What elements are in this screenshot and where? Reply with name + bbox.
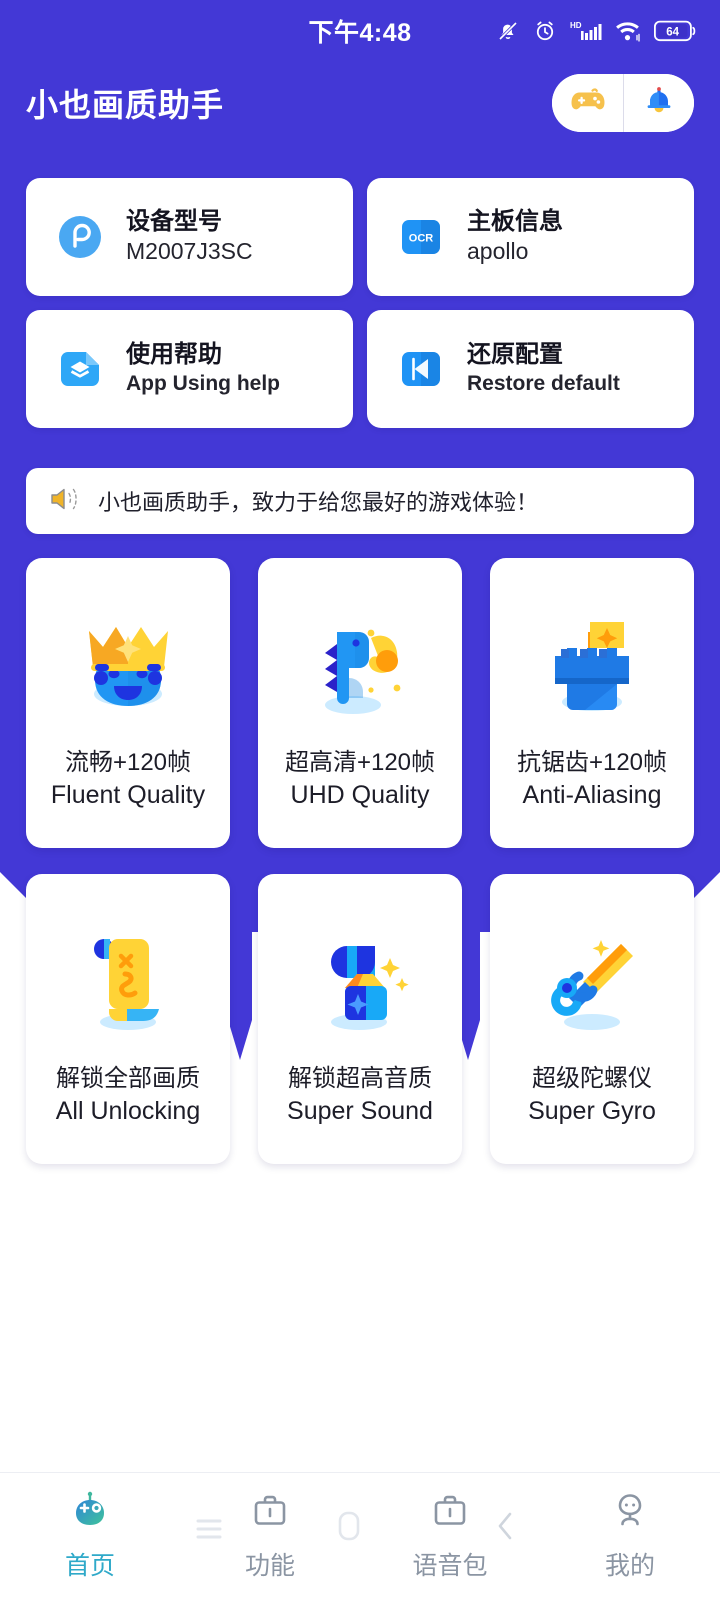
info-card-value: App Using help: [126, 371, 280, 395]
gamepad-icon: [570, 86, 606, 121]
svg-text:HD: HD: [570, 21, 582, 30]
bottom-navigation: 首页 功能 语音包 我的: [0, 1472, 720, 1600]
robot-home-icon: [67, 1487, 113, 1538]
nav-label: 功能: [244, 1552, 295, 1580]
feature-card-fluent-quality[interactable]: 流畅+120帧 Fluent Quality: [26, 558, 230, 848]
info-card-motherboard[interactable]: OCR 主板信息 apollo: [367, 178, 694, 296]
info-card-grid: 设备型号 M2007J3SC OCR 主板信息 apollo 使用帮助 App …: [26, 178, 694, 428]
nav-item-voicepack[interactable]: 语音包: [360, 1487, 540, 1582]
restore-icon: [397, 345, 445, 393]
feature-title-en: UHD Quality: [290, 781, 430, 809]
battery-level: 64: [666, 26, 679, 38]
feature-card-super-gyro[interactable]: 超级陀螺仪 Super Gyro: [490, 874, 694, 1164]
info-card-text: 主板信息 apollo: [467, 208, 563, 265]
briefcase-icon: [247, 1487, 293, 1538]
layers-icon: [56, 345, 104, 393]
feature-card-uhd-quality[interactable]: 超高清+120帧 UHD Quality: [258, 558, 462, 848]
info-card-value: Restore default: [467, 371, 620, 395]
feature-grid: 流畅+120帧 Fluent Quality 超高清+120帧 UHD Qual…: [26, 558, 694, 1164]
gift-box-icon: [301, 922, 419, 1040]
info-card-value: apollo: [467, 238, 529, 265]
info-card-text: 使用帮助 App Using help: [126, 341, 280, 396]
device-icon: [56, 213, 104, 261]
notification-button[interactable]: [623, 74, 694, 132]
info-card-title: 使用帮助: [126, 341, 222, 369]
svg-text:OCR: OCR: [409, 233, 434, 245]
speaker-icon: [48, 484, 82, 519]
info-card-device-model[interactable]: 设备型号 M2007J3SC: [26, 178, 353, 296]
feature-title-cn: 流畅+120帧: [64, 749, 192, 776]
nav-item-home[interactable]: 首页: [0, 1487, 180, 1582]
voicepack-icon: [427, 1487, 473, 1538]
info-card-title: 设备型号: [126, 208, 222, 236]
nav-label: 我的: [604, 1552, 655, 1580]
feature-title-en: Anti-Aliasing: [522, 781, 662, 809]
header-actions: [552, 74, 694, 132]
feature-title-cn: 抗锯齿+120帧: [516, 749, 668, 776]
hd-signal-icon: HD: [570, 19, 602, 43]
feature-title-en: All Unlocking: [55, 1097, 201, 1125]
info-card-title: 主板信息: [467, 208, 563, 236]
castle-flag-icon: [533, 606, 651, 724]
feature-title-cn: 超高清+120帧: [284, 749, 436, 776]
dino-icon: [301, 606, 419, 724]
nav-item-functions[interactable]: 功能: [180, 1487, 360, 1582]
feature-title-en: Fluent Quality: [50, 781, 206, 809]
app-header: 小也画质助手: [0, 62, 720, 144]
bell-icon: [643, 85, 675, 122]
feature-card-super-sound[interactable]: 解锁超高音质 Super Sound: [258, 874, 462, 1164]
nav-item-profile[interactable]: 我的: [540, 1487, 720, 1582]
info-card-restore-default[interactable]: 还原配置 Restore default: [367, 310, 694, 428]
scroll-icon: [69, 922, 187, 1040]
info-card-using-help[interactable]: 使用帮助 App Using help: [26, 310, 353, 428]
info-card-title: 还原配置: [467, 341, 563, 369]
gamepad-button[interactable]: [552, 74, 623, 132]
feature-title-cn: 解锁超高音质: [288, 1065, 432, 1092]
feature-title-cn: 解锁全部画质: [56, 1065, 200, 1092]
alarm-clock-icon: [533, 19, 557, 43]
notice-text: 小也画质助手，致力于给您最好的游戏体验！: [98, 490, 539, 515]
nav-label: 语音包: [412, 1552, 488, 1580]
info-card-text: 还原配置 Restore default: [467, 341, 620, 396]
bell-muted-icon: [496, 19, 520, 43]
status-bar: 下午4:48 HD 64: [0, 0, 720, 62]
sword-icon: [533, 922, 651, 1040]
wifi-icon: [615, 19, 641, 43]
feature-card-anti-aliasing[interactable]: 抗锯齿+120帧 Anti-Aliasing: [490, 558, 694, 848]
feature-title-cn: 超级陀螺仪: [532, 1065, 652, 1092]
feature-title-en: Super Gyro: [528, 1097, 656, 1125]
person-icon: [607, 1487, 653, 1538]
info-card-value: M2007J3SC: [126, 238, 253, 265]
status-icons: HD 64: [496, 19, 696, 43]
info-card-text: 设备型号 M2007J3SC: [126, 208, 253, 265]
ocr-icon: OCR: [397, 213, 445, 261]
app-root: 下午4:48 HD 64 小也画质助手 设备型号 M2007J3SC OCR 主…: [0, 0, 720, 1600]
crown-face-icon: [69, 606, 187, 724]
feature-title-en: Super Sound: [287, 1097, 433, 1125]
nav-label: 首页: [64, 1552, 115, 1580]
notice-banner[interactable]: 小也画质助手，致力于给您最好的游戏体验！: [26, 468, 694, 534]
battery-icon: 64: [654, 20, 696, 42]
page-title: 小也画质助手: [26, 87, 225, 123]
feature-card-all-unlocking[interactable]: 解锁全部画质 All Unlocking: [26, 874, 230, 1164]
